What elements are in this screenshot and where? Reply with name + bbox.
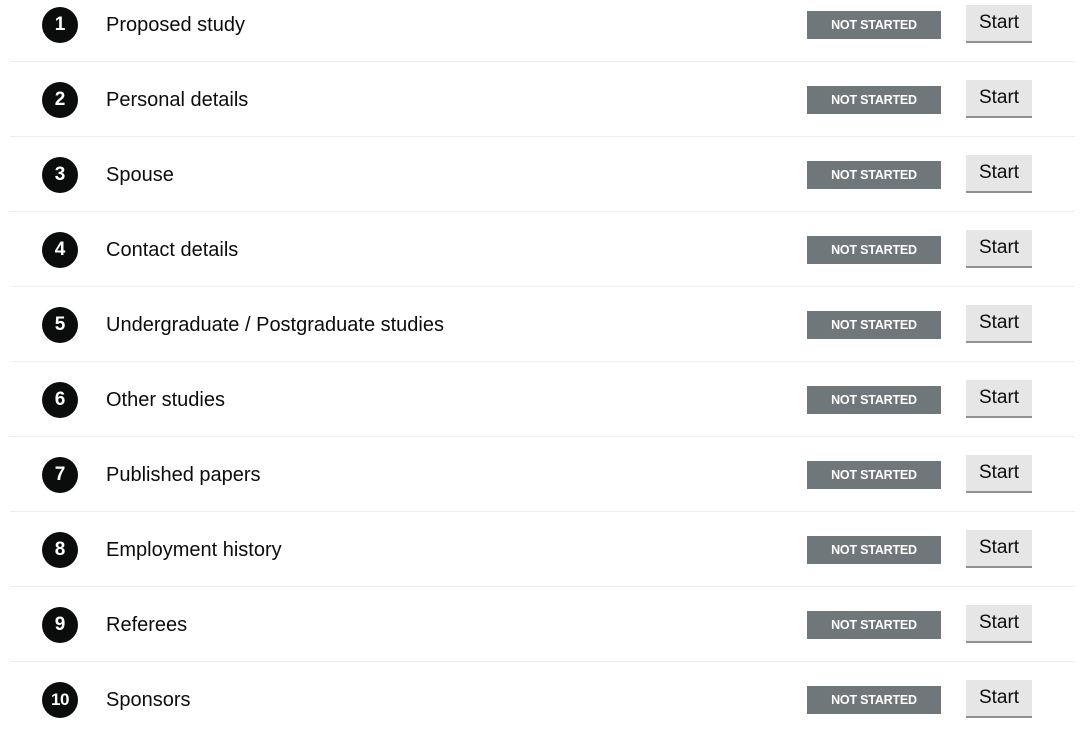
start-button[interactable]: Start [966,605,1032,643]
task-label: Proposed study [106,14,245,36]
step-number-badge: 3 [42,157,78,193]
start-button[interactable]: Start [966,530,1032,568]
start-button[interactable]: Start [966,455,1032,493]
task-row: 8 Employment history NOT STARTED Start [0,512,1080,587]
start-button[interactable]: Start [966,155,1032,193]
step-number-badge: 5 [42,307,78,343]
task-label: Personal details [106,89,249,111]
start-button[interactable]: Start [966,80,1032,118]
task-row: 2 Personal details NOT STARTED Start [0,62,1080,137]
task-label: Referees [106,614,188,636]
status-badge: NOT STARTED [807,11,941,39]
task-label: Undergraduate / Postgraduate studies [106,314,444,336]
start-button[interactable]: Start [966,305,1032,343]
task-row: 3 Spouse NOT STARTED Start [0,137,1080,212]
status-badge: NOT STARTED [807,86,941,114]
start-button[interactable]: Start [966,680,1032,718]
step-number-badge: 7 [42,457,78,493]
task-list: 1 Proposed study NOT STARTED Start 2 Personal… [0,0,1080,737]
step-number-badge: 2 [42,82,78,118]
task-row: 9 Referees NOT STARTED Start [0,587,1080,662]
status-badge: NOT STARTED [807,161,941,189]
status-badge: NOT STARTED [807,311,941,339]
task-row: 1 Proposed study NOT STARTED Start [0,0,1080,62]
step-number-badge: 10 [42,682,78,718]
task-row: 4 Contact details NOT STARTED Start [0,212,1080,287]
status-badge: NOT STARTED [807,686,941,714]
start-button[interactable]: Start [966,380,1032,418]
task-row: 5 Undergraduate / Postgraduate studies NOT… [0,287,1080,362]
start-button[interactable]: Start [966,5,1032,43]
task-label: Published papers [106,464,261,486]
step-number-badge: 1 [42,7,78,43]
task-label: Employment history [106,539,282,561]
step-number-badge: 9 [42,607,78,643]
status-badge: NOT STARTED [807,461,941,489]
step-number-badge: 4 [42,232,78,268]
step-number-badge: 6 [42,382,78,418]
status-badge: NOT STARTED [807,536,941,564]
task-row: 10 Sponsors NOT STARTED Start [0,662,1080,737]
step-number-badge: 8 [42,532,78,568]
task-label: Contact details [106,239,239,261]
status-badge: NOT STARTED [807,386,941,414]
start-button[interactable]: Start [966,230,1032,268]
task-label: Spouse [106,164,174,186]
status-badge: NOT STARTED [807,236,941,264]
status-badge: NOT STARTED [807,611,941,639]
task-label: Other studies [106,389,225,411]
task-label: Sponsors [106,689,191,711]
task-row: 6 Other studies NOT STARTED Start [0,362,1080,437]
task-row: 7 Published papers NOT STARTED Start [0,437,1080,512]
